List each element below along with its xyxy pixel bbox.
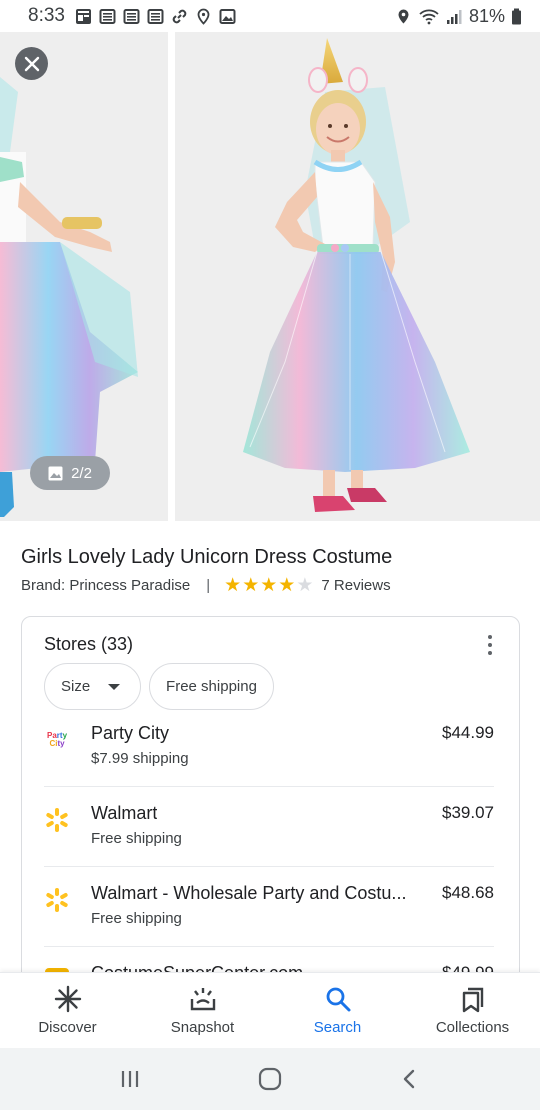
signal-icon — [446, 9, 462, 24]
location-icon — [398, 9, 409, 23]
close-button[interactable] — [15, 47, 48, 80]
free-shipping-filter-label: Free shipping — [166, 678, 257, 695]
party-city-logo: Party City — [46, 731, 68, 748]
nav-label: Snapshot — [170, 1019, 235, 1036]
image-counter-text: 2/2 — [71, 464, 92, 482]
wifi-icon — [419, 9, 439, 24]
nav-collections[interactable]: Collections — [405, 973, 540, 1048]
snapshot-icon — [190, 988, 215, 1011]
store-name[interactable]: Party City — [91, 723, 169, 744]
star-filled-icon: ★ — [242, 575, 260, 596]
store-name[interactable]: Walmart - Wholesale Party and Costu... — [91, 883, 406, 904]
product-image-gallery[interactable]: 2/2 — [0, 32, 540, 521]
product-meta: Brand: Princess Paradise | ★ ★ ★ ★ ★ 7 Revie… — [21, 576, 391, 595]
status-time: 8:33 — [28, 5, 65, 26]
search-icon — [326, 987, 350, 1012]
costume-image — [243, 38, 470, 512]
size-filter-chip[interactable]: Size — [44, 663, 141, 710]
more-options-button[interactable] — [485, 635, 495, 655]
nav-label: Discover — [38, 1019, 97, 1036]
nav-snapshot[interactable]: Snapshot — [135, 973, 270, 1048]
size-filter-label: Size — [61, 678, 91, 695]
news-icon — [75, 8, 91, 24]
store-price: $48.68 — [442, 883, 494, 902]
walmart-spark-icon — [46, 808, 68, 832]
nav-discover[interactable]: Discover — [0, 973, 135, 1048]
bottom-navigation: Discover Snapshot Search Collections — [0, 972, 540, 1048]
star-filled-icon: ★ — [260, 575, 278, 596]
store-row-walmart[interactable]: Walmart Free shipping $39.07 — [44, 795, 494, 875]
nav-search[interactable]: Search — [270, 973, 405, 1048]
stores-header: Stores (33) — [44, 634, 134, 654]
star-filled-icon: ★ — [224, 575, 242, 596]
product-title: Girls Lovely Lady Unicorn Dress Costume — [21, 546, 393, 568]
meta-separator: | — [206, 577, 211, 594]
store-shipping: Free shipping — [91, 910, 182, 927]
divider — [44, 946, 494, 947]
image-counter: 2/2 — [30, 456, 110, 490]
free-shipping-filter-chip[interactable]: Free shipping — [149, 663, 274, 710]
reviews-link[interactable]: 7 Reviews — [321, 577, 390, 594]
more-dot — [488, 643, 492, 647]
divider — [44, 866, 494, 867]
product-brand[interactable]: Brand: Princess Paradise — [21, 577, 190, 594]
nav-label: Search — [313, 1019, 362, 1036]
costume-image-partial — [0, 77, 138, 517]
image-icon — [219, 8, 236, 24]
store-row-walmart-wholesale[interactable]: Walmart - Wholesale Party and Costu... F… — [44, 875, 494, 955]
store-price: $39.07 — [442, 803, 494, 822]
battery-percent: 81% — [468, 5, 505, 26]
walmart-spark-icon — [46, 888, 68, 912]
list-icon — [147, 8, 164, 24]
stores-card: Stores (33) Size Free shipping Party City… — [21, 616, 520, 996]
image-icon — [48, 466, 63, 480]
rating-stars[interactable]: ★ ★ ★ ★ ★ — [224, 576, 313, 595]
more-dot — [488, 635, 492, 639]
divider — [44, 786, 494, 787]
back-icon[interactable] — [398, 1067, 422, 1091]
system-navigation-bar — [0, 1048, 540, 1110]
store-price: $44.99 — [442, 723, 494, 742]
link-icon — [172, 9, 187, 23]
store-shipping: Free shipping — [91, 830, 182, 847]
home-icon[interactable] — [257, 1066, 283, 1092]
walmart-spark-logo — [44, 887, 70, 913]
status-bar: 8:33 81% — [0, 0, 540, 32]
system-status: 81% — [395, 6, 522, 27]
store-row-party-city[interactable]: Party City Party City $7.99 shipping $44.… — [44, 715, 494, 795]
battery-icon — [512, 8, 521, 24]
list-icon — [99, 8, 116, 24]
store-shipping: $7.99 shipping — [91, 750, 189, 767]
bookmark-stack-icon — [462, 987, 483, 1013]
list-icon — [123, 8, 140, 24]
more-dot — [488, 651, 492, 655]
product-image-2[interactable] — [175, 32, 540, 521]
nav-label: Collections — [435, 1019, 510, 1036]
location-pin-icon — [197, 8, 210, 25]
star-filled-icon: ★ — [278, 575, 296, 596]
walmart-spark-logo — [44, 807, 70, 833]
asterisk-icon — [54, 985, 81, 1013]
notification-icons — [75, 8, 236, 25]
star-empty-icon: ★ — [296, 575, 314, 596]
product-image-1[interactable]: 2/2 — [0, 32, 168, 521]
close-icon — [24, 56, 39, 71]
recent-apps-icon[interactable] — [118, 1067, 142, 1091]
dropdown-caret-icon — [108, 683, 121, 690]
store-name[interactable]: Walmart — [91, 803, 157, 824]
